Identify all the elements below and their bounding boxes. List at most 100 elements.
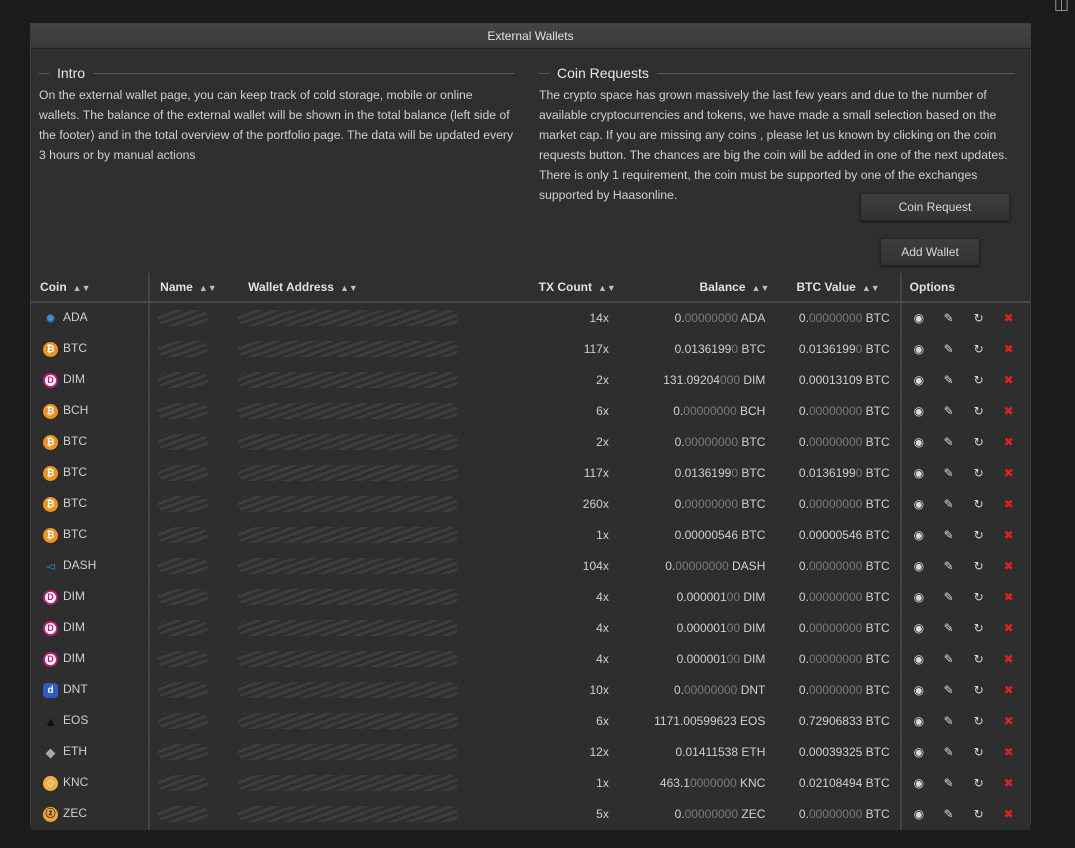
coin-cell: D DIM	[31, 612, 151, 644]
wallet-address-cell	[238, 488, 477, 520]
edit-icon[interactable]: ✎	[944, 776, 974, 790]
btc-icon: ₿	[43, 434, 58, 450]
delete-icon[interactable]: ✖	[1004, 373, 1034, 387]
refresh-icon[interactable]: ↻	[974, 466, 1004, 480]
col-coin[interactable]: Coin ▲▼	[31, 273, 151, 303]
edit-icon[interactable]: ✎	[944, 373, 974, 387]
wallet-address-cell	[238, 519, 477, 551]
edit-icon[interactable]: ✎	[944, 404, 974, 418]
btc-value-cell: 0.00000000 BTC	[769, 488, 902, 520]
view-icon[interactable]: ◉	[914, 807, 944, 821]
zec-icon: ⓩ	[43, 806, 58, 822]
view-icon[interactable]: ◉	[914, 683, 944, 697]
edit-icon[interactable]: ✎	[944, 652, 974, 666]
edit-icon[interactable]: ✎	[944, 497, 974, 511]
coin-cell: ⓩ ZEC	[31, 798, 151, 830]
tx-count-cell: 6x	[476, 395, 616, 427]
tx-count-cell: 1x	[476, 767, 616, 799]
delete-icon[interactable]: ✖	[1004, 528, 1034, 542]
map-icon[interactable]: ◫	[1054, 0, 1069, 14]
refresh-icon[interactable]: ↻	[974, 528, 1004, 542]
col-balance[interactable]: Balance ▲▼	[615, 273, 770, 303]
refresh-icon[interactable]: ↻	[974, 745, 1004, 759]
view-icon[interactable]: ◉	[914, 528, 944, 542]
btc-icon: ₿	[43, 465, 58, 481]
redacted-name	[158, 434, 209, 450]
sort-icon[interactable]: ▲▼	[73, 283, 91, 293]
delete-icon[interactable]: ✖	[1004, 621, 1034, 635]
refresh-icon[interactable]: ↻	[974, 342, 1004, 356]
delete-icon[interactable]: ✖	[1004, 652, 1034, 666]
sort-icon[interactable]: ▲▼	[862, 283, 880, 293]
col-wallet-address[interactable]: Wallet Address ▲▼	[248, 273, 477, 303]
refresh-icon[interactable]: ↻	[974, 590, 1004, 604]
edit-icon[interactable]: ✎	[944, 621, 974, 635]
refresh-icon[interactable]: ↻	[974, 714, 1004, 728]
delete-icon[interactable]: ✖	[1004, 404, 1034, 418]
refresh-icon[interactable]: ↻	[974, 311, 1004, 325]
view-icon[interactable]: ◉	[914, 559, 944, 573]
edit-icon[interactable]: ✎	[944, 528, 974, 542]
view-icon[interactable]: ◉	[914, 311, 944, 325]
view-icon[interactable]: ◉	[914, 714, 944, 728]
delete-icon[interactable]: ✖	[1004, 776, 1034, 790]
refresh-icon[interactable]: ↻	[974, 776, 1004, 790]
edit-icon[interactable]: ✎	[944, 745, 974, 759]
sort-icon[interactable]: ▲▼	[598, 283, 616, 293]
redacted-name	[158, 527, 209, 543]
delete-icon[interactable]: ✖	[1004, 590, 1034, 604]
view-icon[interactable]: ◉	[914, 652, 944, 666]
refresh-icon[interactable]: ↻	[974, 652, 1004, 666]
delete-icon[interactable]: ✖	[1004, 435, 1034, 449]
edit-icon[interactable]: ✎	[944, 435, 974, 449]
delete-icon[interactable]: ✖	[1004, 342, 1034, 356]
options-cell: ◉ ✎ ↻ ✖	[900, 798, 1030, 830]
view-icon[interactable]: ◉	[914, 404, 944, 418]
table-row: d DNT 10x 0.00000000 DNT 0.00000000 BTC ◉ ✎ ↻ ✖	[31, 674, 1030, 706]
edit-icon[interactable]: ✎	[944, 342, 974, 356]
edit-icon[interactable]: ✎	[944, 466, 974, 480]
delete-icon[interactable]: ✖	[1004, 683, 1034, 697]
edit-icon[interactable]: ✎	[944, 807, 974, 821]
coin-request-button[interactable]: Coin Request	[860, 193, 1010, 221]
delete-icon[interactable]: ✖	[1004, 559, 1034, 573]
coin-symbol: DIM	[63, 372, 85, 387]
sort-icon[interactable]: ▲▼	[199, 283, 217, 293]
delete-icon[interactable]: ✖	[1004, 745, 1034, 759]
refresh-icon[interactable]: ↻	[974, 497, 1004, 511]
edit-icon[interactable]: ✎	[944, 559, 974, 573]
view-icon[interactable]: ◉	[914, 621, 944, 635]
edit-icon[interactable]: ✎	[944, 714, 974, 728]
add-wallet-button[interactable]: Add Wallet	[880, 238, 980, 266]
delete-icon[interactable]: ✖	[1004, 466, 1034, 480]
view-icon[interactable]: ◉	[914, 342, 944, 356]
delete-icon[interactable]: ✖	[1004, 714, 1034, 728]
col-tx-count[interactable]: TX Count ▲▼	[476, 273, 616, 303]
view-icon[interactable]: ◉	[914, 373, 944, 387]
col-name[interactable]: Name ▲▼	[149, 273, 249, 303]
view-icon[interactable]: ◉	[914, 776, 944, 790]
delete-icon[interactable]: ✖	[1004, 311, 1034, 325]
edit-icon[interactable]: ✎	[944, 311, 974, 325]
view-icon[interactable]: ◉	[914, 590, 944, 604]
view-icon[interactable]: ◉	[914, 497, 944, 511]
view-icon[interactable]: ◉	[914, 466, 944, 480]
refresh-icon[interactable]: ↻	[974, 435, 1004, 449]
view-icon[interactable]: ◉	[914, 435, 944, 449]
redacted-address	[238, 496, 459, 512]
refresh-icon[interactable]: ↻	[974, 373, 1004, 387]
view-icon[interactable]: ◉	[914, 745, 944, 759]
edit-icon[interactable]: ✎	[944, 683, 974, 697]
refresh-icon[interactable]: ↻	[974, 683, 1004, 697]
balance-cell: 0.00000100 DIM	[615, 612, 770, 644]
sort-icon[interactable]: ▲▼	[340, 283, 358, 293]
refresh-icon[interactable]: ↻	[974, 621, 1004, 635]
refresh-icon[interactable]: ↻	[974, 559, 1004, 573]
edit-icon[interactable]: ✎	[944, 590, 974, 604]
col-btc-value[interactable]: BTC Value ▲▼	[769, 273, 902, 303]
sort-icon[interactable]: ▲▼	[752, 283, 770, 293]
refresh-icon[interactable]: ↻	[974, 807, 1004, 821]
refresh-icon[interactable]: ↻	[974, 404, 1004, 418]
delete-icon[interactable]: ✖	[1004, 807, 1034, 821]
delete-icon[interactable]: ✖	[1004, 497, 1034, 511]
